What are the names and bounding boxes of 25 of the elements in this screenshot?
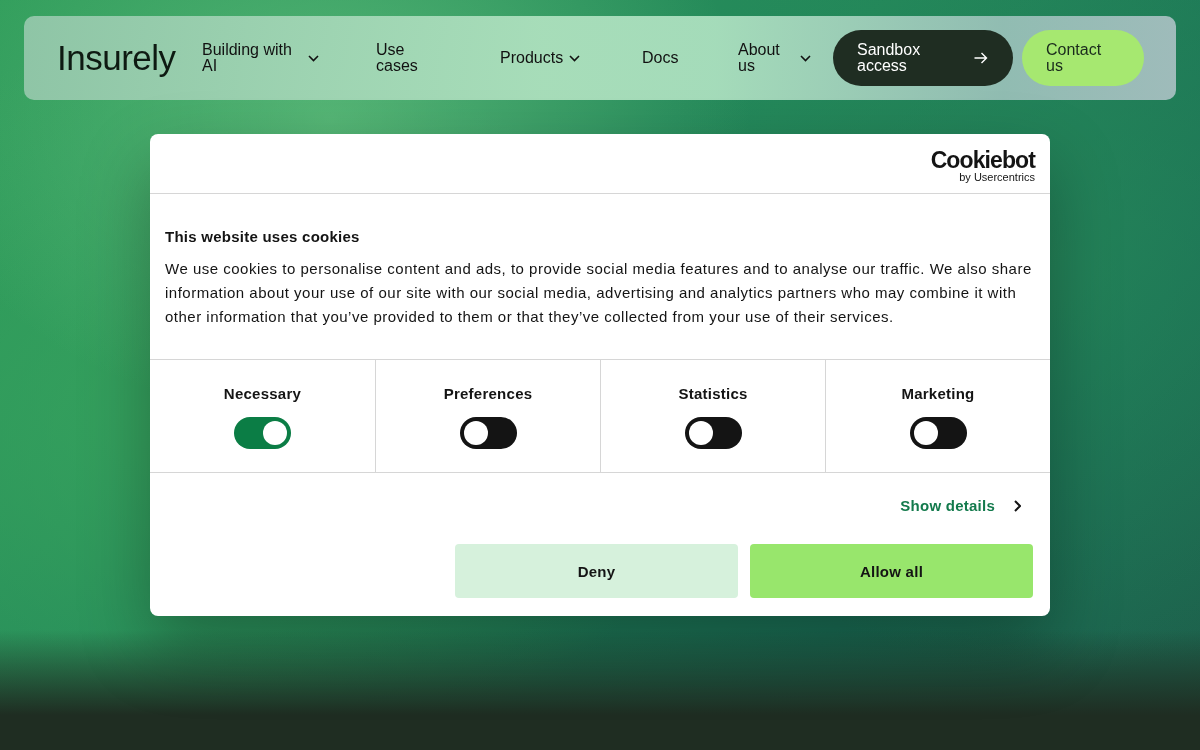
category-label: Preferences	[443, 384, 533, 404]
contact-button[interactable]: Contact us	[1022, 30, 1144, 86]
provider-byline: by Usercentrics	[959, 170, 1035, 183]
dialog-title: This website uses cookies	[165, 227, 361, 247]
nav-link[interactable]: Docs	[642, 50, 738, 66]
nav-link[interactable]: Products	[500, 50, 642, 66]
allow-all-button[interactable]: Allow all	[750, 544, 1033, 598]
site-logo[interactable]: Insurely	[57, 38, 202, 78]
show-details-link[interactable]: Show details	[900, 496, 1021, 516]
sandbox-access-button[interactable]: Sandbox access	[833, 30, 1013, 86]
nav-link[interactable]: Use cases	[376, 42, 500, 74]
chevron-right-icon	[1014, 500, 1021, 512]
toggle-switch[interactable]	[909, 417, 967, 449]
cookie-description: We use cookies to personalise content and ads, to provide social media features and to analyse our traffic. We also share information about your use of our site with our social media, advertising and analytics partners who may combine it with other information that you’ve provided to them or that they’ve collected from your use of their services.	[165, 259, 1033, 327]
category-label: Statistics	[678, 384, 748, 404]
deny-button[interactable]: Deny	[455, 544, 738, 598]
arrow-right-icon	[974, 52, 988, 64]
category-label: Necessary	[223, 384, 302, 404]
nav-link[interactable]: About us	[738, 42, 833, 74]
toggle-switch[interactable]	[234, 417, 291, 449]
toggle-switch[interactable]	[459, 417, 517, 449]
nav-link[interactable]: Building with AI	[202, 42, 376, 74]
provider-logo: Cookiebot	[930, 148, 1035, 171]
category-label: Marketing	[901, 384, 975, 404]
toggle-switch[interactable]	[684, 417, 742, 449]
